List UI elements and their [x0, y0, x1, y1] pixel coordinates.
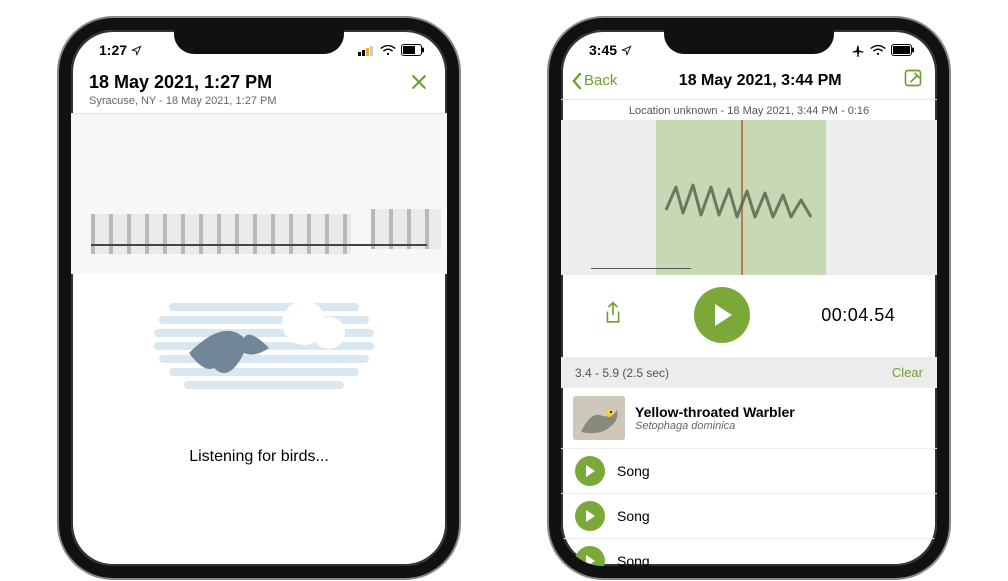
nav-title: 18 May 2021, 3:44 PM — [679, 72, 842, 90]
song-label: Song — [617, 553, 650, 566]
phone-left: 1:27 18 May 2021, 1:27 PM Syracuse, NY -… — [59, 18, 459, 578]
waveform-icon — [661, 175, 821, 230]
spectrogram-live — [71, 114, 447, 274]
edit-button[interactable] — [903, 68, 923, 93]
play-song-button[interactable] — [575, 456, 605, 486]
battery-icon — [891, 44, 915, 56]
status-time: 1:27 — [99, 42, 142, 58]
bird-silhouette-icon — [189, 331, 269, 373]
illustration — [71, 278, 447, 428]
battery-icon — [401, 44, 425, 56]
signal-icon — [358, 45, 375, 56]
timecode: 00:04.54 — [821, 305, 895, 326]
clear-selection-button[interactable]: Clear — [892, 365, 923, 380]
spectrogram[interactable] — [561, 120, 937, 275]
listening-label: Listening for birds... — [71, 448, 447, 466]
species-row[interactable]: Yellow-throated Warbler Setophaga domini… — [561, 388, 937, 449]
play-icon — [584, 509, 596, 523]
selection-range: 3.4 - 5.9 (2.5 sec) — [575, 366, 669, 380]
edit-icon — [903, 68, 923, 88]
location-arrow-icon — [621, 45, 632, 56]
song-label: Song — [617, 463, 650, 479]
play-icon — [584, 464, 596, 478]
song-row[interactable]: Song — [561, 449, 937, 494]
play-button[interactable] — [694, 287, 750, 343]
selection-row: 3.4 - 5.9 (2.5 sec) Clear — [561, 357, 937, 388]
song-row[interactable]: Song — [561, 494, 937, 539]
status-bar: 1:27 — [71, 30, 447, 60]
share-button[interactable] — [603, 301, 623, 330]
recording-title: 18 May 2021, 1:27 PM — [89, 72, 277, 93]
song-label: Song — [617, 508, 650, 524]
wifi-icon — [380, 45, 396, 56]
status-time: 3:45 — [589, 42, 632, 58]
back-label: Back — [584, 72, 617, 89]
species-scientific-name: Setophaga dominica — [635, 420, 795, 432]
playback-controls: 00:04.54 — [561, 275, 937, 357]
location-arrow-icon — [131, 45, 142, 56]
play-song-button[interactable] — [575, 501, 605, 531]
close-icon — [409, 72, 429, 92]
recording-subheader: Location unknown - 18 May 2021, 3:44 PM … — [561, 100, 937, 120]
play-icon — [710, 302, 734, 328]
recording-header: 18 May 2021, 1:27 PM Syracuse, NY - 18 M… — [71, 60, 447, 114]
airplane-mode-icon — [851, 44, 865, 57]
phone-right: 3:45 Back 18 May 2021, 3:44 PM Location … — [549, 18, 949, 578]
species-thumbnail — [573, 396, 625, 440]
chevron-left-icon — [571, 72, 582, 90]
nav-bar: Back 18 May 2021, 3:44 PM — [561, 60, 937, 100]
status-bar: 3:45 — [561, 30, 937, 60]
species-common-name: Yellow-throated Warbler — [635, 404, 795, 420]
recording-subtitle: Syracuse, NY - 18 May 2021, 1:27 PM — [89, 95, 277, 107]
share-icon — [603, 301, 623, 325]
back-button[interactable]: Back — [571, 72, 617, 90]
song-row[interactable]: Song — [561, 539, 937, 566]
play-song-button[interactable] — [575, 546, 605, 566]
close-button[interactable] — [409, 72, 429, 97]
wifi-icon — [870, 45, 886, 56]
play-icon — [584, 554, 596, 566]
